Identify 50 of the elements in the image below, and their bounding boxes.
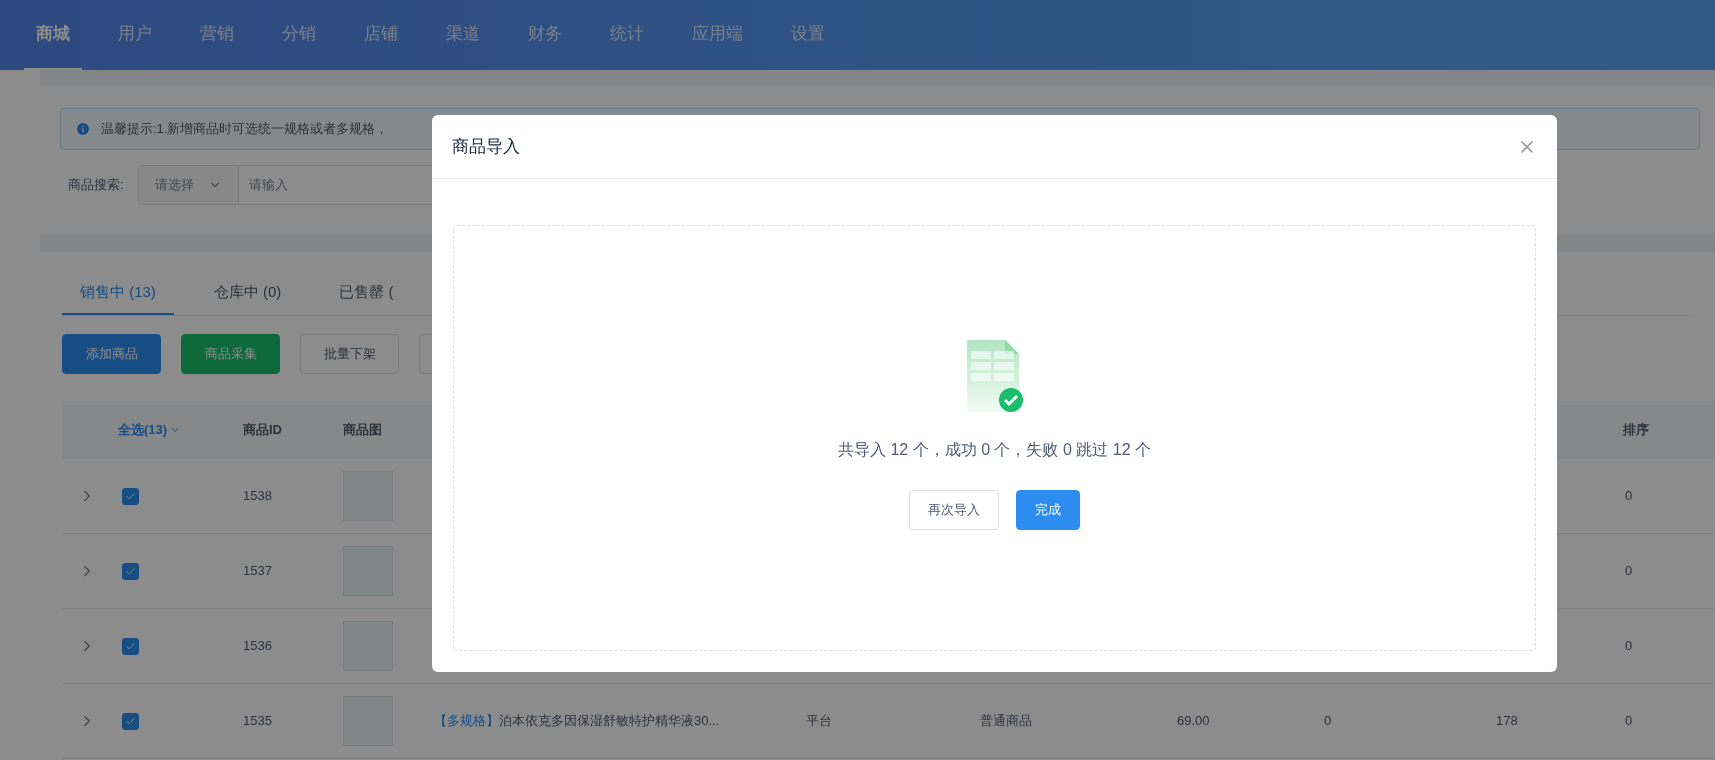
row-checkbox[interactable] bbox=[122, 637, 139, 655]
action-button[interactable]: 添加商品 bbox=[62, 334, 161, 374]
table-cell-text: 1536 bbox=[243, 637, 272, 656]
check-icon bbox=[125, 565, 136, 577]
table-cell-text: 1535 bbox=[243, 712, 272, 731]
column-header: 排序 bbox=[1623, 421, 1649, 440]
nav-tab[interactable]: 应用端 bbox=[680, 0, 755, 70]
row-checkbox[interactable] bbox=[122, 562, 139, 580]
check-icon bbox=[125, 640, 136, 652]
action-button[interactable]: 商品采集 bbox=[181, 334, 280, 374]
status-tab[interactable]: 已售罄 ( bbox=[321, 272, 412, 315]
nav-tab[interactable]: 财务 bbox=[516, 0, 574, 70]
nav-tab[interactable]: 店铺 bbox=[352, 0, 410, 70]
product-name: 【多规格】泊本依克多因保湿舒敏特护精华液30... bbox=[434, 712, 720, 731]
row-checkbox[interactable] bbox=[122, 712, 139, 730]
search-select[interactable]: 请选择 bbox=[138, 166, 239, 204]
action-button[interactable]: 批量下架 bbox=[300, 334, 399, 374]
table-cell-text: 0 bbox=[1625, 487, 1633, 506]
search-input[interactable]: 请输入 bbox=[238, 166, 539, 204]
dialog-button[interactable]: 再次导入 bbox=[909, 490, 999, 530]
info-icon bbox=[75, 121, 91, 137]
row-checkbox[interactable] bbox=[122, 487, 139, 505]
nav-tab[interactable]: 分销 bbox=[270, 0, 328, 70]
table-cell-text: 0 bbox=[1625, 712, 1633, 731]
column-header: 商品ID bbox=[243, 421, 282, 440]
select-all-dropdown[interactable]: 全选(13) bbox=[118, 420, 182, 440]
table-cell-text: 69.00 bbox=[1177, 712, 1210, 731]
check-icon bbox=[125, 490, 136, 502]
nav-tab[interactable]: 用户 bbox=[106, 0, 164, 70]
table-cell-text: 0 bbox=[1625, 637, 1633, 656]
table-cell-text: 平台 bbox=[806, 712, 832, 731]
status-tab[interactable]: 销售中 (13) bbox=[62, 272, 174, 315]
nav-tab[interactable]: 渠道 bbox=[434, 0, 492, 70]
search-label: 商品搜索: bbox=[68, 176, 124, 195]
nav-tab[interactable]: 设置 bbox=[779, 0, 837, 70]
table-cell-text: 0 bbox=[1324, 712, 1332, 731]
status-tab[interactable]: 仓库中 (0) bbox=[195, 272, 300, 315]
dialog-button[interactable]: 完成 bbox=[1016, 490, 1080, 530]
nav-tab[interactable]: 统计 bbox=[598, 0, 656, 70]
table-cell-text: 1538 bbox=[243, 487, 272, 506]
column-header: 商品图 bbox=[343, 421, 382, 440]
spreadsheet-check-icon bbox=[966, 340, 1023, 412]
table-cell-text: 1537 bbox=[243, 562, 272, 581]
table-cell-text: 普通商品 bbox=[980, 712, 1032, 731]
table-cell-text: 178 bbox=[1496, 712, 1518, 731]
dialog-title: 商品导入 bbox=[452, 135, 520, 158]
table-cell-text: 0 bbox=[1625, 562, 1633, 581]
nav-tab[interactable]: 营销 bbox=[188, 0, 246, 70]
check-icon bbox=[125, 715, 136, 727]
import-summary: 共导入 12 个，成功 0 个，失败 0 跳过 12 个 bbox=[838, 440, 1151, 460]
